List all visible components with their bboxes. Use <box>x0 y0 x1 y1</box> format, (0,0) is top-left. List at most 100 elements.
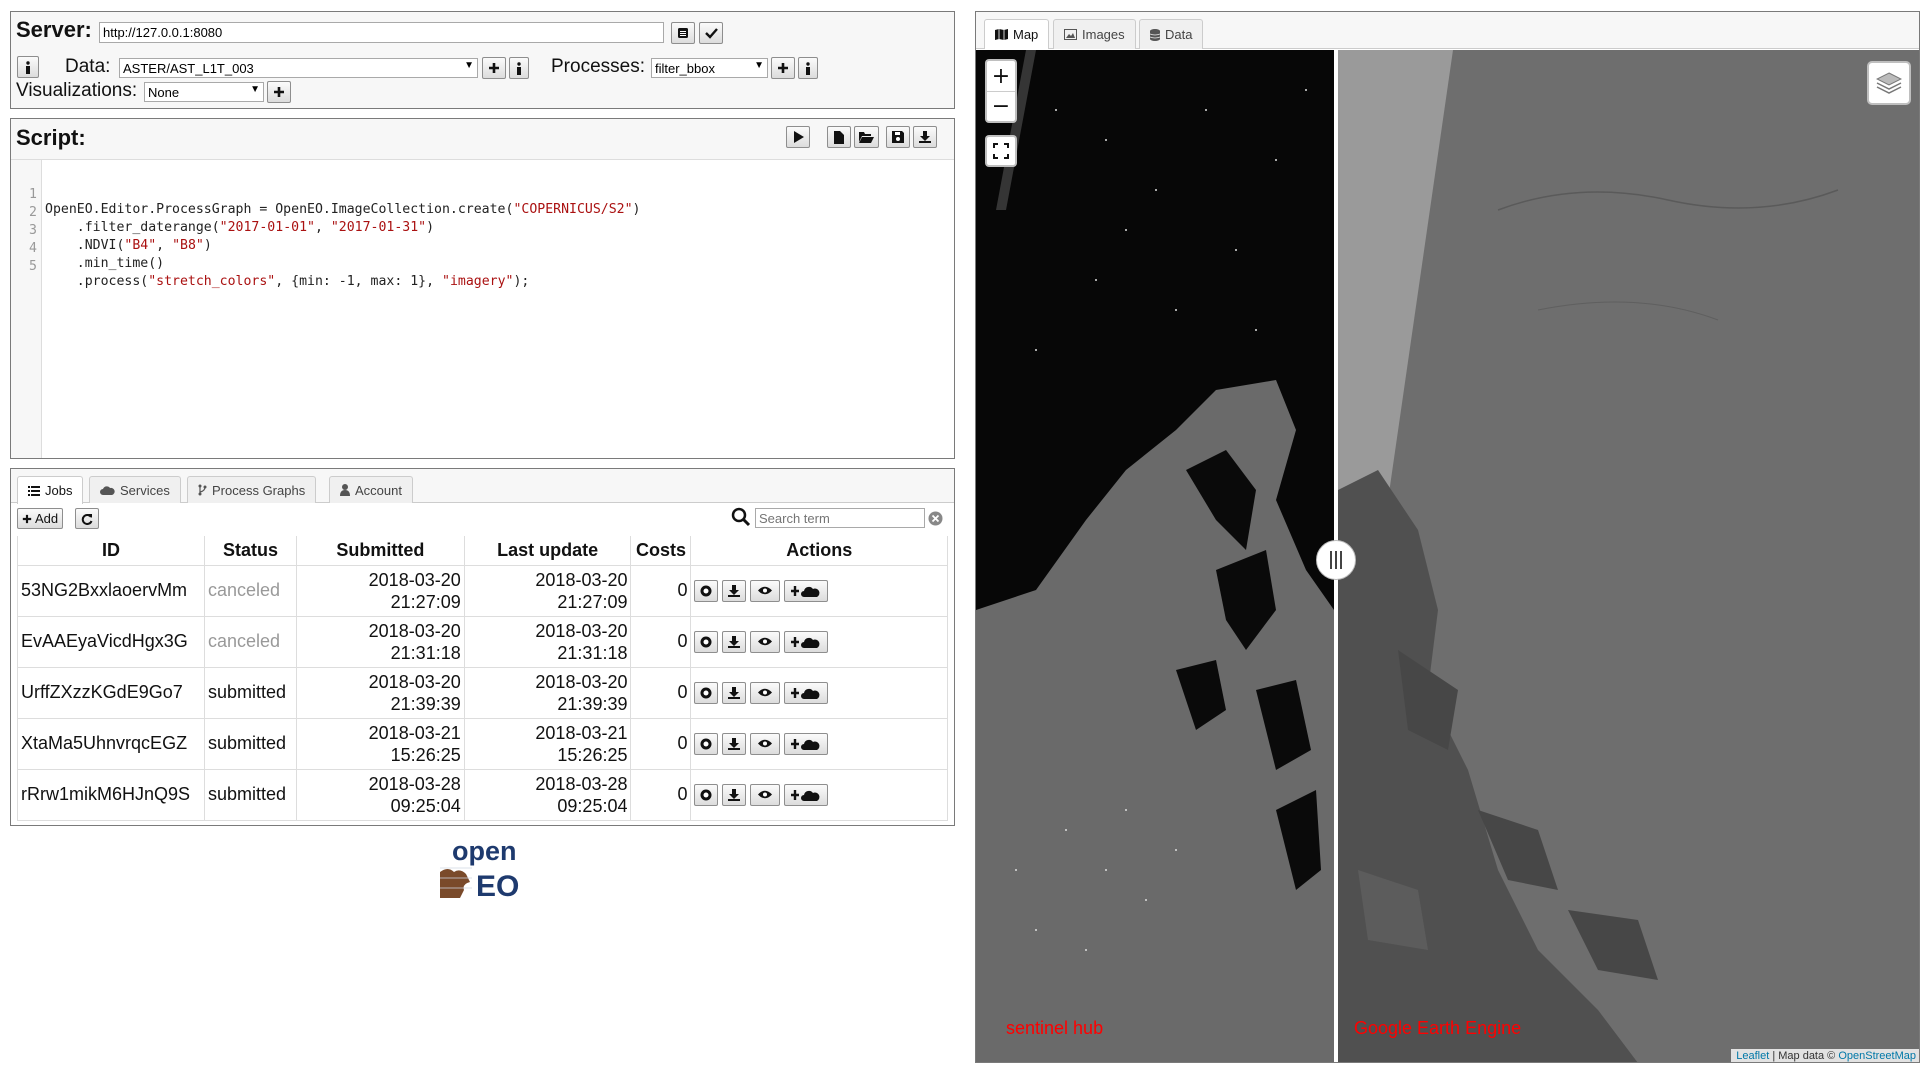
data-details-button[interactable] <box>509 57 529 79</box>
job-publish-button[interactable] <box>784 732 829 755</box>
download-icon <box>728 584 741 597</box>
grip-icon <box>1330 551 1342 569</box>
data-label: Data: <box>65 56 111 77</box>
job-download-button[interactable] <box>722 630 747 653</box>
satellite-imagery-left <box>976 50 1334 1062</box>
data-info-button[interactable] <box>17 56 39 78</box>
sentinel-hub-layer: + − sentinel hub <box>976 50 1334 1062</box>
job-download-button[interactable] <box>722 579 747 602</box>
add-job-button[interactable]: Add <box>17 508 64 529</box>
code-branch-icon <box>198 484 207 496</box>
tab-process-graphs[interactable]: Process Graphs <box>187 476 317 503</box>
search-icon <box>731 507 751 527</box>
job-updated-date: 2018-03-20 <box>535 569 628 590</box>
job-status-button[interactable] <box>694 630 719 653</box>
header-costs[interactable]: Costs <box>630 536 692 566</box>
data-add-button[interactable] <box>482 57 506 79</box>
script-title: Script: <box>16 125 86 150</box>
job-view-button[interactable] <box>750 681 781 704</box>
job-search-input[interactable] <box>755 508 925 528</box>
save-icon <box>892 131 904 143</box>
job-publish-button[interactable] <box>784 783 829 806</box>
server-url-input[interactable]: http://127.0.0.1:8080 <box>99 22 664 43</box>
tab-services[interactable]: Services <box>89 476 181 503</box>
fullscreen-button[interactable] <box>985 135 1017 167</box>
job-download-button[interactable] <box>722 732 747 755</box>
job-submitted-date: 2018-03-28 <box>368 773 461 794</box>
plus-icon <box>274 87 284 97</box>
job-submitted-date: 2018-03-20 <box>368 620 461 641</box>
server-connect-button[interactable] <box>699 22 723 44</box>
process-add-button[interactable] <box>771 57 795 79</box>
job-view-button[interactable] <box>750 579 781 602</box>
job-view-button[interactable] <box>750 783 781 806</box>
cloud-plus-icon <box>791 789 820 801</box>
job-updated-time: 21:39:39 <box>557 693 628 714</box>
eye-icon <box>758 586 773 595</box>
visualization-add-button[interactable] <box>267 81 291 103</box>
job-publish-button[interactable] <box>784 630 829 653</box>
new-script-button[interactable] <box>827 126 851 148</box>
job-view-button[interactable] <box>750 630 781 653</box>
job-download-button[interactable] <box>722 783 747 806</box>
job-status-button[interactable] <box>694 783 719 806</box>
job-status-button[interactable] <box>694 579 719 602</box>
tab-account[interactable]: Account <box>329 476 413 503</box>
job-publish-button[interactable] <box>784 579 829 602</box>
run-button[interactable] <box>786 126 810 148</box>
job-last-update: 2018-03-21 15:26:25 <box>463 717 632 770</box>
openstreetmap-link[interactable]: OpenStreetMap <box>1838 1050 1916 1062</box>
process-info-button[interactable] <box>798 57 818 79</box>
tab-process-graphs-label: Process Graphs <box>212 482 306 498</box>
tab-images[interactable]: Images <box>1053 19 1136 49</box>
tab-map[interactable]: Map <box>984 19 1050 49</box>
image-icon <box>1064 29 1077 40</box>
header-status[interactable]: Status <box>203 536 297 566</box>
job-row: 53NG2BxxlaoervMm canceled 2018-03-20 21:27:… <box>17 564 948 617</box>
job-cost: 0 <box>630 666 692 719</box>
job-submitted-time: 21:39:39 <box>390 693 461 714</box>
swipe-handle[interactable] <box>1316 540 1356 580</box>
tab-data[interactable]: Data <box>1139 19 1204 49</box>
data-select[interactable]: ASTER/AST_L1T_003 ▼ <box>119 58 478 78</box>
open-script-button[interactable] <box>854 126 879 148</box>
check-icon <box>704 28 718 39</box>
visualizations-select[interactable]: None ▼ <box>144 82 264 102</box>
tab-jobs[interactable]: Jobs <box>17 476 84 504</box>
leaflet-link[interactable]: Leaflet <box>1736 1050 1769 1062</box>
zoom-out-button[interactable]: − <box>987 91 1015 121</box>
zoom-in-button[interactable]: + <box>987 61 1015 91</box>
job-download-button[interactable] <box>722 681 747 704</box>
job-status-button[interactable] <box>694 732 719 755</box>
save-script-button[interactable] <box>886 126 910 148</box>
job-status: canceled <box>203 564 297 617</box>
job-updated-time: 21:27:09 <box>557 591 628 612</box>
header-id[interactable]: ID <box>17 536 205 566</box>
job-last-update: 2018-03-20 21:31:18 <box>463 615 632 668</box>
code-editor[interactable]: 1 OpenEO.Editor.ProcessGraph = OpenEO.Im… <box>11 159 954 458</box>
header-last-update[interactable]: Last update <box>463 536 632 566</box>
refresh-jobs-button[interactable] <box>75 508 99 529</box>
job-id: EvAAEyaVicdHgx3G <box>17 615 205 668</box>
job-cost: 0 <box>630 615 692 668</box>
map-view[interactable]: + − sentinel hub Google Earth Engine Lea… <box>976 50 1919 1062</box>
code-text: .process("stretch_colors", {min: -1, max… <box>45 274 530 289</box>
download-script-button[interactable] <box>913 126 937 148</box>
job-publish-button[interactable] <box>784 681 829 704</box>
clear-search-icon[interactable] <box>928 511 943 526</box>
layers-button[interactable] <box>1867 61 1911 105</box>
header-submitted[interactable]: Submitted <box>295 536 465 566</box>
refresh-icon <box>81 513 93 525</box>
job-updated-time: 21:31:18 <box>557 642 628 663</box>
dot-circle-icon <box>700 789 712 800</box>
job-view-button[interactable] <box>750 732 781 755</box>
job-id: rRrw1mikM6HJnQ9S <box>17 768 205 821</box>
job-status-button[interactable] <box>694 681 719 704</box>
job-status: submitted <box>203 666 297 719</box>
server-list-button[interactable] <box>671 22 695 44</box>
zoom-control: + − <box>985 59 1017 123</box>
map-tab-bar: Map Images Data <box>976 12 1919 49</box>
chevron-down-icon: ▼ <box>464 60 474 71</box>
processes-select[interactable]: filter_bbox ▼ <box>651 58 768 78</box>
job-submitted-time: 21:31:18 <box>390 642 461 663</box>
